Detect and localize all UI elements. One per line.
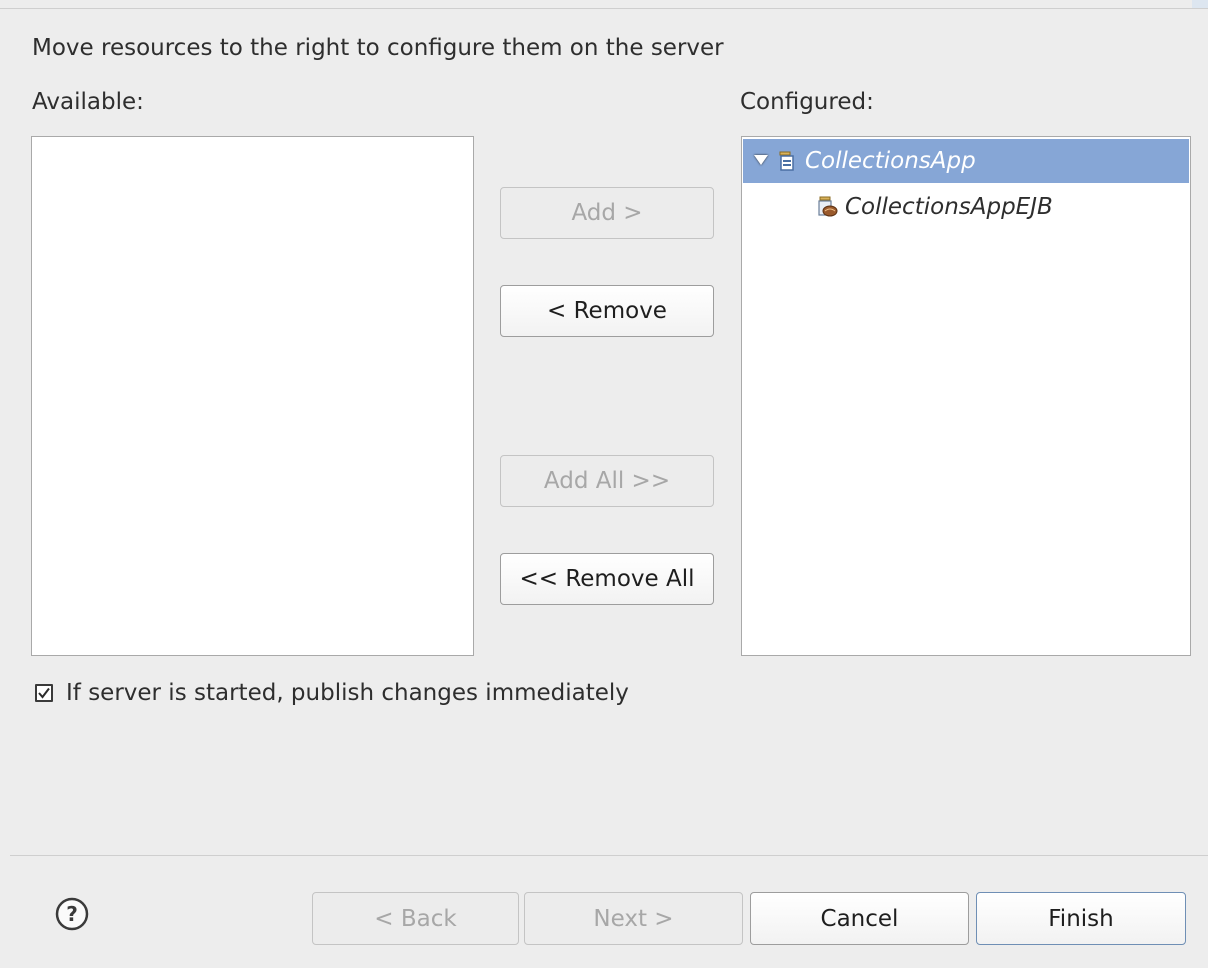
help-icon[interactable]: ?: [55, 897, 89, 931]
tree-item-label: CollectionsApp: [805, 148, 976, 174]
cancel-button[interactable]: Cancel: [750, 892, 969, 945]
back-button[interactable]: < Back: [312, 892, 519, 945]
svg-text:?: ?: [66, 902, 78, 926]
available-label: Available:: [32, 89, 144, 115]
remove-button[interactable]: < Remove: [500, 285, 714, 337]
expand-toggle-icon[interactable]: [751, 139, 775, 183]
add-all-button[interactable]: Add All >>: [500, 455, 714, 507]
configured-label: Configured:: [740, 89, 874, 115]
add-remove-resources-dialog: Move resources to the right to configure…: [0, 0, 1208, 968]
finish-button[interactable]: Finish: [976, 892, 1186, 945]
remove-all-button[interactable]: << Remove All: [500, 553, 714, 605]
checkmark-icon: [38, 687, 50, 699]
tree-item-label: CollectionsAppEJB: [845, 194, 1053, 220]
tree-item-collectionsapp[interactable]: CollectionsApp: [743, 139, 1189, 183]
configured-tree[interactable]: CollectionsApp CollectionsAppEJB: [741, 136, 1191, 656]
ejb-module-icon: [818, 196, 838, 217]
footer-divider: [10, 855, 1208, 856]
add-button[interactable]: Add >: [500, 187, 714, 239]
instruction-text: Move resources to the right to configure…: [32, 35, 724, 61]
tree-item-collectionsappejb[interactable]: CollectionsAppEJB: [743, 185, 1189, 229]
top-corner-fragment: [1192, 0, 1208, 8]
available-list[interactable]: [31, 136, 474, 656]
ear-project-icon: [779, 151, 794, 171]
next-button[interactable]: Next >: [524, 892, 743, 945]
publish-immediately-checkbox[interactable]: [35, 684, 53, 702]
publish-immediately-label[interactable]: If server is started, publish changes im…: [66, 678, 629, 708]
top-divider: [0, 8, 1208, 9]
